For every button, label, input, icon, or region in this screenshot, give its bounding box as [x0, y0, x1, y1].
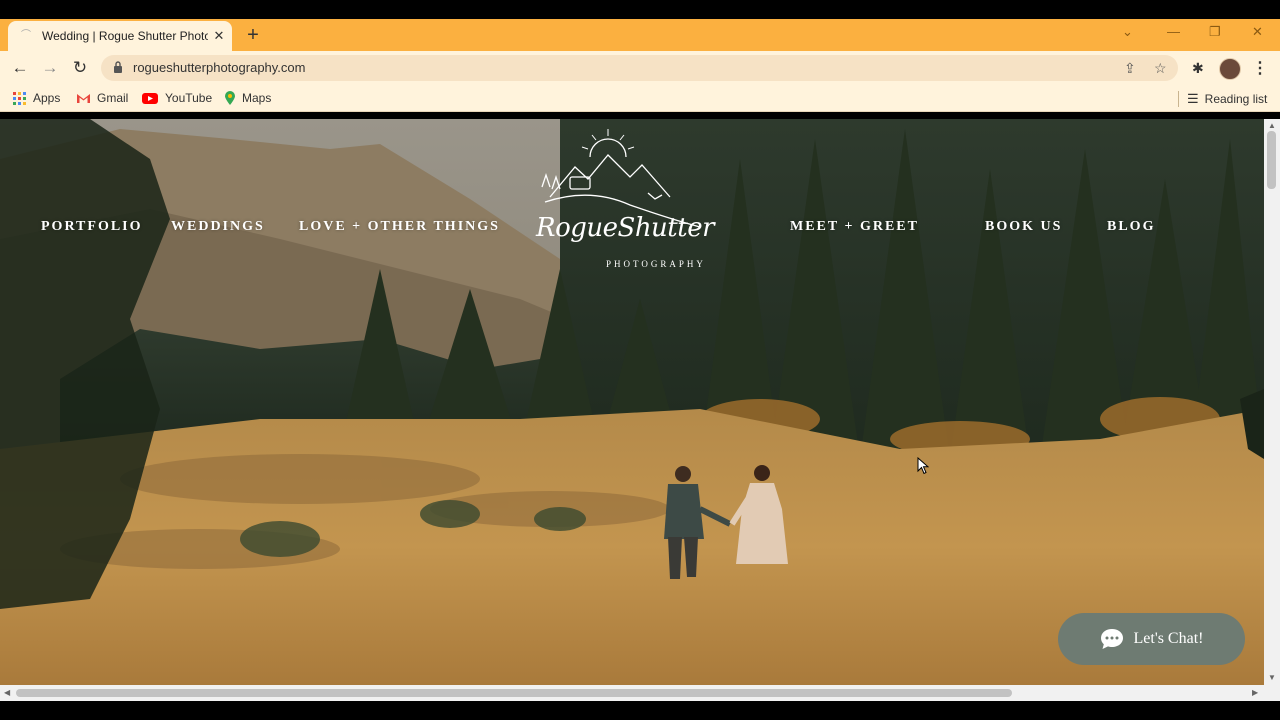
logo-script-text: RogueShutter — [536, 213, 715, 243]
restore-icon[interactable]: ❐ — [1209, 24, 1221, 40]
logo-subtitle: PHOTOGRAPHY — [606, 259, 706, 269]
maps-icon — [225, 91, 235, 105]
nav-portfolio[interactable]: PORTFOLIO — [41, 219, 143, 235]
lock-icon — [114, 61, 122, 73]
scroll-up-icon[interactable]: ▲ — [1268, 121, 1276, 130]
tab-search-icon[interactable]: ⌄ — [1122, 24, 1133, 40]
site-logo[interactable]: RogueShutter PHOTOGRAPHY — [530, 127, 715, 277]
browser-menu-icon[interactable]: ⋮ — [1252, 58, 1268, 78]
page-viewport: PORTFOLIO WEDDINGS LOVE + OTHER THINGS M… — [0, 119, 1264, 685]
bookmark-label: Gmail — [97, 91, 129, 105]
gmail-icon — [77, 94, 90, 103]
horizontal-scrollbar[interactable]: ◀ ▶ — [0, 685, 1280, 701]
reload-button[interactable]: ↻ — [70, 58, 90, 78]
close-tab-icon[interactable]: ✕ — [212, 28, 226, 44]
tab-title: Wedding | Rogue Shutter Photog — [42, 29, 208, 43]
reading-list-icon: ☰ — [1187, 91, 1199, 106]
new-tab-button[interactable]: + — [243, 25, 263, 45]
share-icon[interactable]: ⇪ — [1124, 60, 1136, 77]
url-text: rogueshutterphotography.com — [133, 60, 306, 75]
bookmark-youtube[interactable]: YouTube — [142, 91, 212, 105]
scroll-down-icon[interactable]: ▼ — [1268, 673, 1276, 682]
chat-bubble-icon — [1100, 629, 1123, 649]
bookmark-separator — [1178, 91, 1179, 107]
reading-list-label: Reading list — [1204, 92, 1268, 106]
bookmark-star-icon[interactable]: ☆ — [1154, 60, 1167, 77]
bookmark-apps[interactable]: Apps — [13, 91, 60, 105]
apps-grid-icon — [13, 91, 26, 105]
extensions-icon[interactable]: ✱ — [1192, 60, 1204, 77]
horizontal-scroll-thumb[interactable] — [16, 689, 1012, 697]
chat-button[interactable]: Let's Chat! — [1058, 613, 1245, 665]
back-button[interactable]: ← — [10, 58, 30, 78]
screen-bottom-border — [0, 701, 1280, 720]
logo-mountain-sun-icon — [541, 129, 701, 228]
nav-love-other-things[interactable]: LOVE + OTHER THINGS — [299, 219, 500, 235]
site-favicon-icon: ⌒ — [21, 30, 31, 41]
reading-list-button[interactable]: ☰ Reading list — [1178, 91, 1267, 107]
address-bar[interactable]: rogueshutterphotography.com — [101, 55, 1178, 81]
bookmark-label: YouTube — [165, 91, 213, 105]
profile-avatar[interactable] — [1219, 58, 1241, 80]
vertical-scrollbar[interactable]: ▲ ▼ — [1264, 119, 1280, 685]
nav-blog[interactable]: BLOG — [1107, 219, 1155, 235]
bookmark-label: Apps — [33, 91, 61, 105]
scroll-left-icon[interactable]: ◀ — [4, 688, 10, 697]
bookmark-maps[interactable]: Maps — [225, 91, 271, 105]
nav-book-us[interactable]: BOOK US — [985, 219, 1062, 235]
bookmark-label: Maps — [242, 91, 272, 105]
mouse-cursor-icon — [917, 457, 929, 475]
youtube-icon — [142, 92, 158, 104]
vertical-scroll-thumb[interactable] — [1267, 131, 1276, 189]
nav-meet-greet[interactable]: MEET + GREET — [790, 219, 919, 235]
minimize-icon[interactable]: — — [1167, 24, 1180, 39]
nav-weddings[interactable]: WEDDINGS — [171, 219, 265, 235]
close-window-icon[interactable]: ✕ — [1252, 24, 1263, 40]
browser-tab[interactable]: ⌒ Wedding | Rogue Shutter Photog ✕ — [8, 21, 232, 51]
screen-top-border — [0, 0, 1280, 19]
chat-button-label: Let's Chat! — [1133, 630, 1204, 647]
forward-button[interactable]: → — [40, 58, 60, 78]
scroll-right-icon[interactable]: ▶ — [1252, 688, 1258, 697]
bookmark-gmail[interactable]: Gmail — [77, 91, 128, 105]
